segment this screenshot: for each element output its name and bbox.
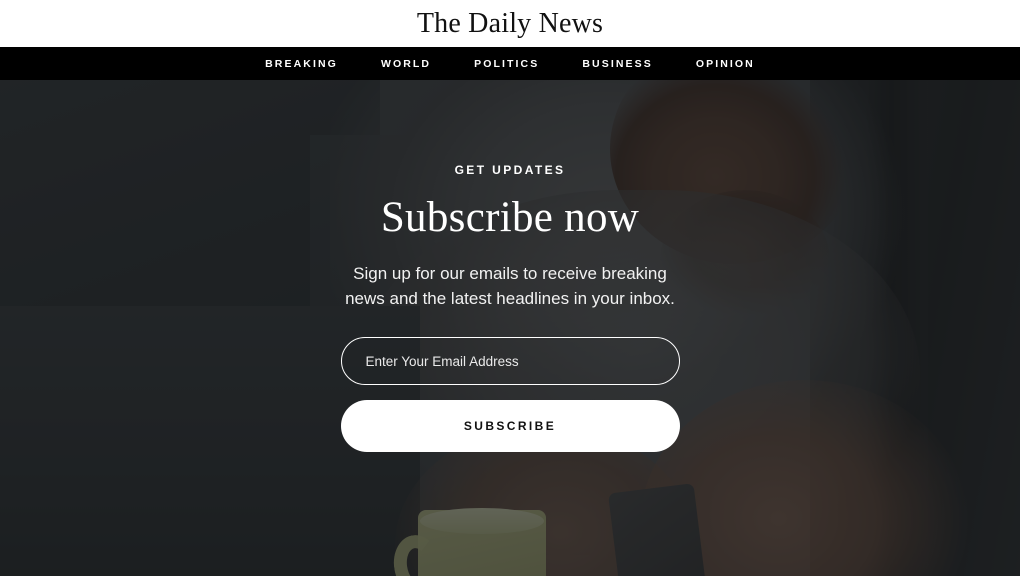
hero-section: GET UPDATES Subscribe now Sign up for ou… <box>0 80 1020 576</box>
nav-item-breaking[interactable]: BREAKING <box>265 58 338 70</box>
masthead: The Daily News <box>0 0 1020 47</box>
main-navigation: BREAKING WORLD POLITICS BUSINESS OPINION <box>0 47 1020 80</box>
hero-eyebrow: GET UPDATES <box>454 163 566 177</box>
hero-subcopy: Sign up for our emails to receive breaki… <box>345 264 675 308</box>
email-input[interactable] <box>340 337 680 385</box>
hero-headline: Subscribe now <box>380 194 640 241</box>
nav-item-world[interactable]: WORLD <box>381 58 431 70</box>
site-title: The Daily News <box>416 7 604 39</box>
nav-item-business[interactable]: BUSINESS <box>582 58 652 70</box>
nav-item-opinion[interactable]: OPINION <box>696 58 755 70</box>
subscribe-button[interactable]: SUBSCRIBE <box>340 400 680 452</box>
nav-item-politics[interactable]: POLITICS <box>474 58 539 70</box>
page: The Daily News BREAKING WORLD POLITICS B… <box>0 0 1020 576</box>
hero-content: GET UPDATES Subscribe now Sign up for ou… <box>0 80 1020 576</box>
